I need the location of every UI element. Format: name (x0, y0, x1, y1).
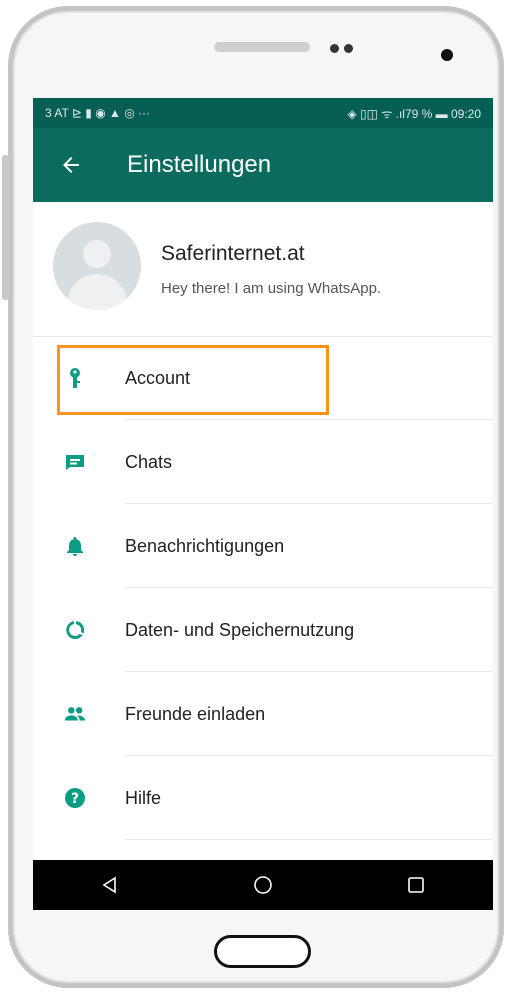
arrow-left-icon[interactable] (59, 153, 83, 177)
menu-item-help[interactable]: ? Hilfe (33, 756, 493, 840)
bell-icon (63, 534, 87, 558)
app-bar: Einstellungen (33, 128, 493, 202)
screen: 3 AT ⊵ ▮ ◉ ▲ ◎ ··· ◈ ▯◫ ᯤ .ıl79 % ▬ 09:2… (33, 98, 493, 910)
avatar-body (67, 274, 127, 310)
avatar[interactable] (53, 222, 141, 310)
chat-icon (63, 450, 87, 474)
menu-item-invite-friends[interactable]: Freunde einladen (33, 672, 493, 756)
front-camera (441, 49, 453, 61)
status-right: ◈ ▯◫ ᯤ .ıl79 % ▬ 09:20 (347, 106, 481, 121)
menu-item-label: Chats (125, 451, 173, 472)
svg-text:?: ? (71, 791, 79, 807)
profile-name: Saferinternet.at (161, 242, 305, 265)
menu-item-label: Benachrichtigungen (125, 535, 285, 556)
speaker (214, 42, 310, 52)
back-triangle-icon[interactable] (90, 870, 130, 900)
menu-item-notifications[interactable]: Benachrichtigungen (33, 504, 493, 588)
profile-status: Hey there! I am using WhatsApp. (161, 280, 382, 297)
page-title: Einstellungen (127, 151, 272, 178)
help-icon: ? (63, 786, 87, 810)
avatar-head (83, 240, 111, 268)
sensor-dot (344, 44, 353, 53)
menu-item-label: Daten- und Speichernutzung (125, 619, 355, 640)
recents-square-icon[interactable] (396, 870, 436, 900)
android-nav-bar (33, 860, 493, 910)
status-left: 3 AT ⊵ ▮ ◉ ▲ ◎ ··· (45, 106, 151, 120)
menu-item-chats[interactable]: Chats (33, 420, 493, 504)
menu-item-data-storage[interactable]: Daten- und Speichernutzung (33, 588, 493, 672)
menu-item-account[interactable]: Account (33, 336, 493, 420)
home-button[interactable] (214, 935, 311, 968)
data-usage-icon (63, 618, 87, 642)
menu-item-label: Freunde einladen (125, 703, 266, 724)
divider (125, 839, 493, 840)
settings-menu: Account Chats Benachrichtigungen Daten- … (33, 336, 493, 840)
menu-item-label: Account (125, 367, 191, 388)
menu-item-label: Hilfe (125, 787, 162, 808)
sensor-dot (330, 44, 339, 53)
side-button (2, 155, 9, 300)
profile-row[interactable]: Saferinternet.at Hey there! I am using W… (33, 202, 493, 337)
people-icon (63, 702, 87, 726)
status-bar: 3 AT ⊵ ▮ ◉ ▲ ◎ ··· ◈ ▯◫ ᯤ .ıl79 % ▬ 09:2… (33, 98, 493, 128)
home-circle-icon[interactable] (243, 870, 283, 900)
key-icon (63, 366, 87, 390)
